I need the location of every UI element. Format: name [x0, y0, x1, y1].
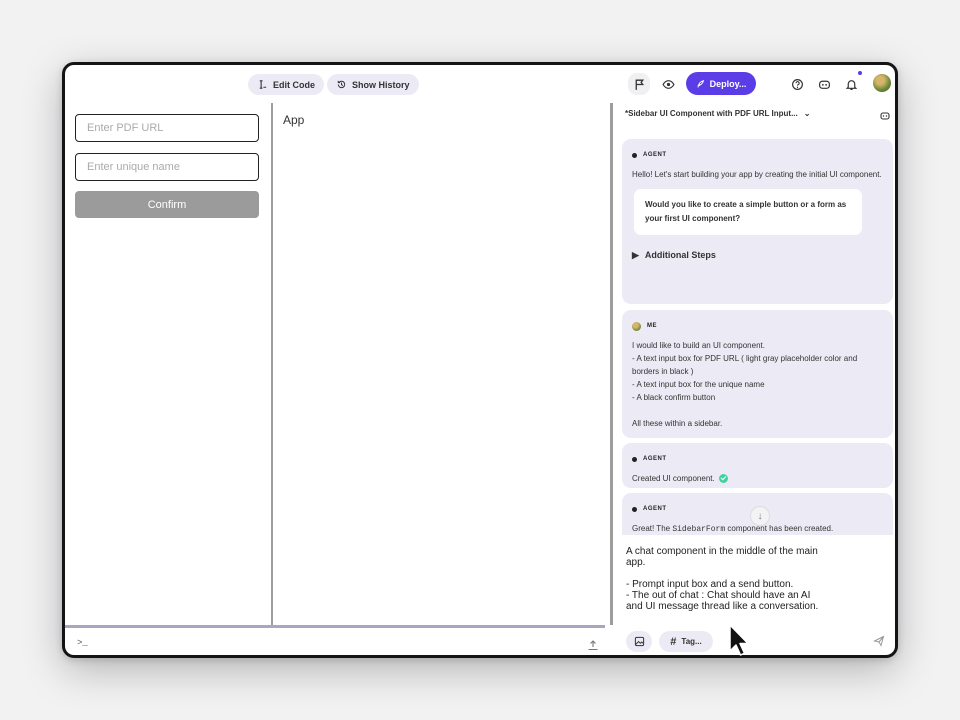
image-upload-button[interactable]	[626, 631, 652, 652]
agent-dot-icon	[632, 457, 637, 462]
check-circle-icon	[718, 474, 728, 484]
notifications-button[interactable]	[842, 75, 860, 93]
flag-button[interactable]	[628, 73, 650, 95]
message-line: I would like to build an UI component.	[632, 341, 765, 350]
message-text: Created UI component.	[632, 472, 883, 485]
chat-title-dropdown[interactable]: *Sidebar UI Component with PDF URL Input…	[625, 109, 810, 118]
hash-icon: #	[670, 635, 677, 648]
additional-steps-label: Additional Steps	[644, 250, 716, 260]
bell-icon	[845, 79, 857, 90]
confirm-button[interactable]: Confirm	[75, 191, 259, 218]
app-window: Edit Code Show History Deploy... Enter P…	[62, 62, 898, 658]
mouse-pointer-icon	[729, 624, 749, 656]
edit-code-label: Edit Code	[273, 79, 315, 90]
message-role: AGENT	[632, 149, 883, 162]
history-icon	[337, 80, 346, 89]
sidebar-divider[interactable]	[271, 103, 273, 625]
chevron-down-icon: ⌄	[803, 109, 811, 118]
discord-icon	[818, 80, 830, 89]
notification-dot	[858, 71, 862, 75]
chat-divider[interactable]	[610, 103, 613, 625]
eye-icon	[661, 79, 675, 89]
expand-terminal-icon[interactable]	[587, 639, 599, 651]
user-message: ME I would like to build an UI component…	[622, 310, 893, 438]
pdf-url-input[interactable]: Enter PDF URL	[75, 114, 259, 142]
show-history-button[interactable]: Show History	[327, 74, 419, 95]
question-card[interactable]: Would you like to create a simple button…	[634, 189, 862, 235]
message-role: ME	[632, 320, 883, 333]
sidebar-form: Enter PDF URL Enter unique name Confirm	[65, 103, 271, 625]
agent-message: AGENT Created UI component.	[622, 443, 893, 488]
message-text: Hello! Let's start building your app by …	[632, 170, 882, 179]
terminal-divider[interactable]	[65, 625, 605, 628]
top-bar: Edit Code Show History Deploy...	[65, 65, 895, 103]
scroll-down-button[interactable]: ↓	[750, 506, 770, 526]
terminal-prompt[interactable]: >_	[77, 638, 88, 648]
tag-label: Tag...	[681, 637, 702, 646]
agent-dot-icon	[632, 153, 637, 158]
app-title: App	[283, 113, 305, 127]
chat-title: *Sidebar UI Component with PDF URL Input…	[625, 109, 798, 118]
rocket-icon	[696, 79, 704, 88]
tag-button[interactable]: # Tag...	[659, 631, 713, 652]
triangle-right-icon: ▶	[632, 250, 639, 260]
additional-steps-toggle[interactable]: ▶ Additional Steps	[632, 249, 883, 262]
agent-message: AGENT Hello! Let's start building your a…	[622, 139, 893, 304]
flag-icon	[635, 79, 644, 90]
message-line: - A black confirm button	[632, 393, 716, 402]
message-line-blank	[632, 404, 883, 417]
preview-button[interactable]	[659, 75, 677, 93]
cursor-text-icon	[259, 80, 267, 89]
message-line: - A text input box for PDF URL ( light g…	[632, 354, 858, 376]
message-line: All these within a sidebar.	[632, 419, 723, 428]
user-avatar[interactable]	[873, 74, 891, 92]
help-icon	[791, 78, 803, 90]
pdf-url-placeholder: Enter PDF URL	[87, 122, 164, 134]
agent-dot-icon	[632, 507, 637, 512]
message-role: AGENT	[632, 453, 883, 466]
image-icon	[634, 636, 644, 647]
user-avatar-small	[632, 322, 641, 331]
send-icon[interactable]	[873, 635, 885, 647]
prompt-input[interactable]: A chat component in the middle of the ma…	[626, 546, 826, 612]
edit-code-button[interactable]: Edit Code	[248, 74, 324, 95]
show-history-label: Show History	[352, 79, 410, 90]
deploy-label: Deploy...	[709, 78, 747, 89]
unique-name-input[interactable]: Enter unique name	[75, 153, 259, 181]
unique-name-placeholder: Enter unique name	[87, 161, 180, 173]
deploy-button[interactable]: Deploy...	[686, 72, 756, 95]
discord-button[interactable]	[815, 75, 833, 93]
help-button[interactable]	[788, 75, 806, 93]
arrow-down-icon: ↓	[757, 510, 763, 522]
message-line: - A text input box for the unique name	[632, 380, 765, 389]
agent-icon[interactable]	[879, 110, 891, 122]
